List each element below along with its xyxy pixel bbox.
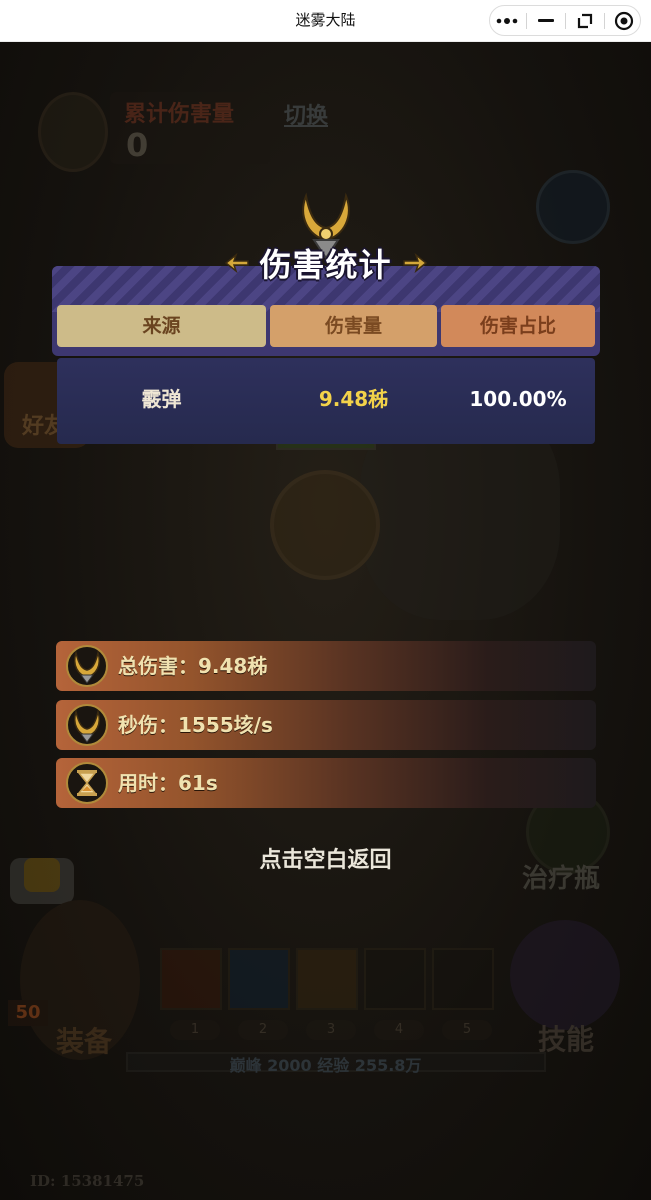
hero-sprite — [270, 470, 380, 580]
row-share: 100.00% — [469, 387, 567, 411]
slot-number: 3 — [306, 1020, 356, 1040]
row-source: 霰弹 — [141, 387, 182, 411]
xp-text: 巅峰 2000 经验 255.8万 — [229, 1056, 422, 1075]
column-header-damage: 伤害量 — [270, 305, 437, 347]
slot-number: 4 — [374, 1020, 424, 1040]
target-circle-icon[interactable] — [610, 10, 638, 32]
slot-number: 1 — [170, 1020, 220, 1040]
capsule-divider — [525, 12, 527, 29]
dps-bar: 秒伤：1555垓/s — [56, 700, 596, 750]
more-dots-icon[interactable] — [493, 10, 521, 32]
cumulative-damage-value: 0 — [126, 126, 149, 164]
column-header-share: 伤害占比 — [441, 305, 595, 347]
horn-emblem-icon — [66, 645, 108, 687]
popup-title: 伤害统计 — [259, 246, 392, 284]
title-arrow-right-icon — [403, 252, 428, 274]
tap-blank-to-return[interactable]: 点击空白返回 — [0, 842, 651, 874]
title-bar: 迷雾大陆 — [0, 0, 651, 42]
total-damage-text: 总伤害：9.48秭 — [118, 654, 268, 678]
player-helmet-icon — [38, 92, 108, 172]
time-bar: 用时：61s — [56, 758, 596, 808]
slot-number: 5 — [442, 1020, 492, 1040]
skill-slot-fire[interactable] — [160, 948, 222, 1010]
total-damage-bar: 总伤害：9.48秭 — [56, 641, 596, 691]
table-row: 霰弹 9.48秭 100.00% — [57, 358, 595, 444]
switch-button[interactable]: 切换 — [284, 98, 328, 130]
time-text: 用时：61s — [118, 771, 218, 795]
portal-orb-icon[interactable] — [536, 170, 610, 244]
hero-level-badge: 50 — [8, 1000, 48, 1026]
slot-number: 2 — [238, 1020, 288, 1040]
restore-icon[interactable] — [571, 10, 599, 32]
skill-slots — [160, 948, 494, 1010]
skill-slot-empty[interactable] — [364, 948, 426, 1010]
row-damage: 9.48秭 — [318, 387, 389, 411]
skill-slot-pancake[interactable] — [296, 948, 358, 1010]
minimize-icon[interactable] — [532, 10, 560, 32]
column-header-source: 来源 — [57, 305, 266, 347]
hourglass-icon — [66, 762, 108, 804]
player-id: ID: 15381475 — [30, 1172, 145, 1190]
cumulative-damage-label: 累计伤害量 — [124, 102, 235, 127]
capsule-menu — [489, 5, 641, 36]
skill-book-button[interactable] — [510, 920, 620, 1030]
horn-emblem-icon — [66, 704, 108, 746]
capsule-divider — [564, 12, 566, 29]
skill-slot-ice[interactable] — [228, 948, 290, 1010]
skill-slot-numbers: 1 2 3 4 5 — [170, 1020, 492, 1040]
dps-text: 秒伤：1555垓/s — [118, 713, 273, 737]
skill-slot-empty[interactable] — [432, 948, 494, 1010]
capsule-divider — [603, 12, 605, 29]
